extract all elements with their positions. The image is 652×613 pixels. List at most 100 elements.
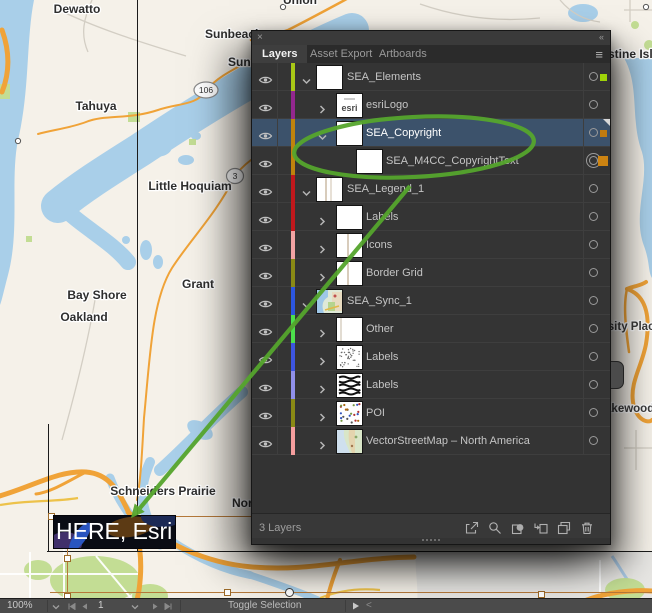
layer-name[interactable]: Labels <box>366 343 398 371</box>
chevron-right-icon[interactable] <box>318 101 327 119</box>
visibility-eye-icon[interactable] <box>258 100 273 118</box>
zoom-dropdown-icon[interactable] <box>52 602 60 613</box>
layer-thumbnail[interactable] <box>356 149 383 174</box>
layer-name[interactable]: VectorStreetMap – North America <box>366 427 530 455</box>
target-circle[interactable] <box>589 156 598 165</box>
panel-titlebar[interactable]: × « <box>252 31 610 46</box>
visibility-eye-icon[interactable] <box>258 436 273 454</box>
selection-handle[interactable] <box>538 591 545 598</box>
layer-name[interactable]: SEA_Sync_1 <box>347 287 412 315</box>
layer-name[interactable]: SEA_Elements <box>347 63 421 91</box>
selection-handle[interactable] <box>64 555 71 562</box>
layer-row[interactable]: Labels <box>252 343 610 371</box>
last-artboard-icon[interactable] <box>164 602 172 613</box>
selection-color-chip[interactable] <box>600 74 607 81</box>
visibility-eye-icon[interactable] <box>258 352 273 370</box>
layer-row[interactable]: SEA_Copyright <box>252 119 610 147</box>
new-sublayer-icon[interactable] <box>534 521 548 535</box>
target-circle[interactable] <box>589 324 598 333</box>
layer-name[interactable]: esriLogo <box>366 91 408 119</box>
collect-for-export-icon[interactable] <box>465 521 479 535</box>
chevron-right-icon[interactable] <box>318 241 327 259</box>
target-circle[interactable] <box>589 352 598 361</box>
layer-name[interactable]: POI <box>366 399 385 427</box>
new-layer-icon[interactable] <box>557 521 571 535</box>
locate-object-icon[interactable] <box>488 521 502 535</box>
panel-menu-icon[interactable]: ≡ <box>595 46 603 63</box>
target-circle[interactable] <box>589 128 598 137</box>
layer-thumbnail[interactable] <box>336 317 363 342</box>
target-circle[interactable] <box>589 268 598 277</box>
target-circle[interactable] <box>589 296 598 305</box>
tab-artboards[interactable]: Artboards <box>369 45 437 63</box>
layer-row[interactable]: SEA_Legend_1 <box>252 175 610 203</box>
layer-thumbnail[interactable] <box>336 205 363 230</box>
chevron-right-icon[interactable] <box>318 353 327 371</box>
visibility-eye-icon[interactable] <box>258 184 273 202</box>
visibility-eye-icon[interactable] <box>258 72 273 90</box>
prev-artboard-icon[interactable] <box>81 602 88 613</box>
chevron-right-icon[interactable] <box>318 409 327 427</box>
chevron-down-icon[interactable] <box>302 185 311 203</box>
chevron-right-icon[interactable] <box>318 325 327 343</box>
visibility-eye-icon[interactable] <box>258 324 273 342</box>
close-icon[interactable]: × <box>257 31 263 44</box>
visibility-eye-icon[interactable] <box>258 128 273 146</box>
layer-name[interactable]: Labels <box>366 203 398 231</box>
layer-thumbnail[interactable]: esri <box>336 93 363 118</box>
zoom-level[interactable]: 100% <box>7 599 33 612</box>
layer-name[interactable]: Other <box>366 315 394 343</box>
layer-name[interactable]: Labels <box>366 371 398 399</box>
target-circle[interactable] <box>589 100 598 109</box>
chevron-down-icon[interactable] <box>318 129 327 147</box>
layer-row[interactable]: SEA_Sync_1 <box>252 287 610 315</box>
target-circle[interactable] <box>589 408 598 417</box>
back-arrow[interactable]: < <box>366 599 372 612</box>
panel-drag-handle[interactable] <box>611 361 624 389</box>
target-circle[interactable] <box>589 380 598 389</box>
selection-center-point[interactable] <box>285 588 294 597</box>
visibility-eye-icon[interactable] <box>258 408 273 426</box>
panel-resize-grip[interactable] <box>252 538 610 544</box>
first-artboard-icon[interactable] <box>68 602 76 613</box>
make-release-clipping-mask-icon[interactable] <box>511 521 525 535</box>
layer-row[interactable]: SEA_Elements <box>252 63 610 91</box>
copyright-text-object[interactable]: HERE, Esri <box>53 515 176 549</box>
target-circle[interactable] <box>589 436 598 445</box>
visibility-eye-icon[interactable] <box>258 268 273 286</box>
visibility-eye-icon[interactable] <box>258 156 273 174</box>
chevron-right-icon[interactable] <box>318 213 327 231</box>
chevron-right-icon[interactable] <box>318 269 327 287</box>
layer-row[interactable]: esriesriLogo <box>252 91 610 119</box>
play-icon[interactable] <box>352 602 360 613</box>
layer-row[interactable]: Labels <box>252 371 610 399</box>
layer-row[interactable]: POI <box>252 399 610 427</box>
layer-row[interactable]: SEA_M4CC_CopyrightText <box>252 147 610 175</box>
layer-name[interactable]: SEA_Legend_1 <box>347 175 424 203</box>
target-circle[interactable] <box>589 212 598 221</box>
layer-row[interactable]: Labels <box>252 203 610 231</box>
visibility-eye-icon[interactable] <box>258 296 273 314</box>
layer-thumbnail[interactable] <box>336 345 363 370</box>
delete-selection-icon[interactable] <box>580 521 594 535</box>
layer-thumbnail[interactable] <box>336 401 363 426</box>
target-circle[interactable] <box>589 184 598 193</box>
chevron-right-icon[interactable] <box>318 381 327 399</box>
layer-thumbnail[interactable] <box>316 177 343 202</box>
chevron-right-icon[interactable] <box>318 437 327 455</box>
layer-thumbnail[interactable] <box>336 429 363 454</box>
layer-name[interactable]: Icons <box>366 231 392 259</box>
visibility-eye-icon[interactable] <box>258 380 273 398</box>
layer-thumbnail[interactable] <box>316 65 343 90</box>
toggle-selection-label[interactable]: Toggle Selection <box>228 599 301 612</box>
artboard-dropdown-icon[interactable] <box>131 602 139 613</box>
chevron-down-icon[interactable] <box>302 73 311 91</box>
collapse-panel-icon[interactable]: « <box>599 31 604 44</box>
chevron-down-icon[interactable] <box>302 297 311 315</box>
layer-row[interactable]: Border Grid <box>252 259 610 287</box>
layer-thumbnail[interactable] <box>336 373 363 398</box>
next-artboard-icon[interactable] <box>152 602 159 613</box>
layer-row[interactable]: Other <box>252 315 610 343</box>
artboard-number[interactable]: 1 <box>98 599 104 612</box>
layer-thumbnail[interactable] <box>336 261 363 286</box>
